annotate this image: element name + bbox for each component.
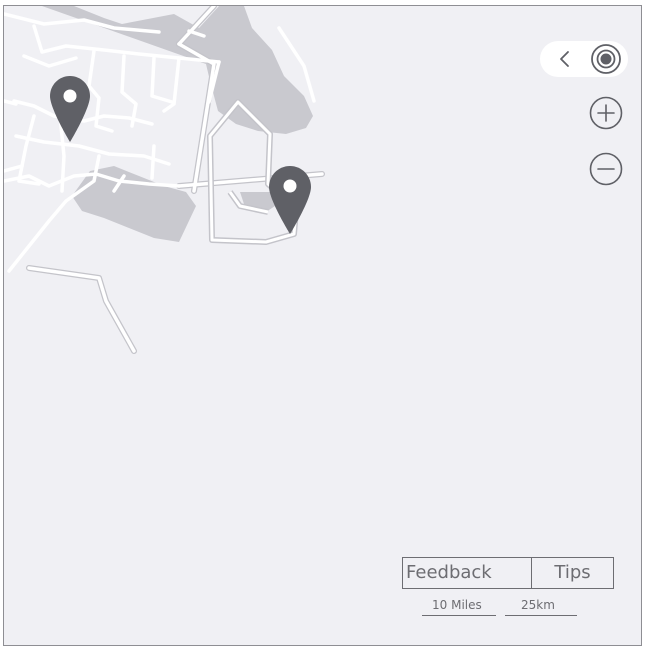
scale-miles-bar [422,615,496,616]
map-pin-icon[interactable] [50,76,90,142]
map-pin-icon[interactable] [269,166,311,234]
chevron-left-icon[interactable] [554,47,576,71]
feedback-tips-bar: Feedback Tips [402,557,614,589]
feedback-button[interactable]: Feedback [403,558,532,588]
map-canvas[interactable] [4,6,642,646]
minus-circle-icon[interactable] [589,152,623,186]
scale-miles-label: 10 Miles [432,598,482,612]
water-area [72,166,196,242]
map-frame[interactable] [3,5,642,646]
locate-control [540,41,628,77]
tips-button[interactable]: Tips [532,558,613,588]
scale-km-label: 25km [521,598,555,612]
scale-km-bar [505,615,577,616]
plus-circle-icon[interactable] [589,96,623,130]
target-icon[interactable] [590,43,622,75]
